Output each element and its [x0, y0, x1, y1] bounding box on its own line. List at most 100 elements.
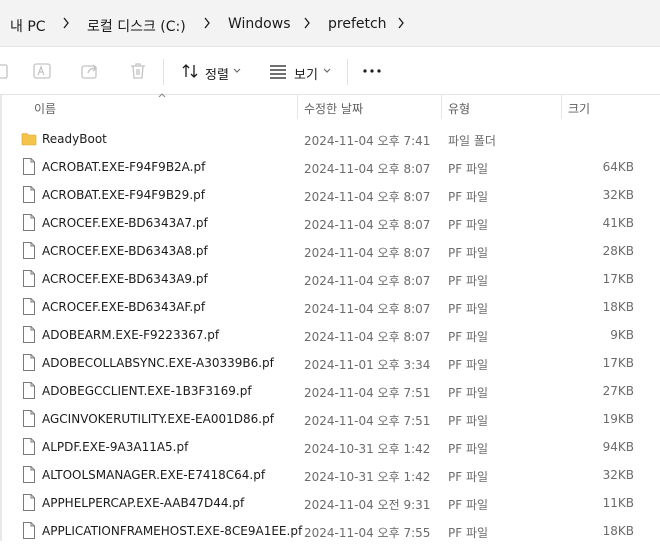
file-size: 17KB	[602, 356, 634, 370]
file-size: 18KB	[602, 300, 634, 314]
file-name: ACROBAT.EXE-F94F9B29.pf	[42, 188, 205, 202]
file-row[interactable]: APPHELPERCAP.EXE-AAB47D44.pf 2024-11-04 오…	[0, 488, 660, 516]
file-size: 27KB	[602, 384, 634, 398]
file-date: 2024-11-04 오후 7:55	[304, 526, 431, 540]
file-size: 19KB	[602, 412, 634, 426]
breadcrumb-prefetch[interactable]: prefetch	[328, 16, 387, 32]
file-type: PF 파일	[448, 162, 489, 176]
chevron-down-icon	[323, 68, 331, 73]
file-name: ReadyBoot	[42, 132, 107, 146]
column-header: 이름 수정한 날짜 유형 크기	[0, 93, 660, 122]
file-icon	[22, 382, 36, 399]
sort-label: 정렬	[205, 68, 229, 83]
file-size: 11KB	[602, 496, 634, 510]
address-bar[interactable]: 내 PC 로컬 디스크 (C:) Windows prefetch	[0, 0, 660, 47]
column-size[interactable]: 크기	[568, 100, 590, 117]
file-type: PF 파일	[448, 498, 489, 512]
paste-icon[interactable]	[0, 61, 14, 81]
file-icon	[22, 466, 36, 483]
chevron-right-icon[interactable]	[61, 14, 71, 32]
file-row[interactable]: ACROCEF.EXE-BD6343A8.pf 2024-11-04 오후 8:0…	[0, 236, 660, 264]
file-size: 17KB	[602, 272, 634, 286]
column-divider[interactable]	[441, 95, 442, 119]
file-name: APPLICATIONFRAMEHOST.EXE-8CE9A1EE.pf	[42, 524, 303, 538]
file-date: 2024-11-04 오후 8:07	[304, 190, 431, 204]
file-icon	[22, 214, 36, 231]
file-type: PF 파일	[448, 442, 489, 456]
file-size: 28KB	[602, 244, 634, 258]
share-icon[interactable]	[80, 61, 100, 81]
file-row[interactable]: ACROBAT.EXE-F94F9B2A.pf 2024-11-04 오후 8:0…	[0, 152, 660, 180]
file-date: 2024-11-04 오전 9:31	[304, 498, 431, 512]
sort-ascending-icon	[158, 93, 166, 98]
chevron-right-icon[interactable]	[202, 14, 212, 32]
file-type: PF 파일	[448, 526, 489, 540]
more-options-icon[interactable]	[362, 61, 382, 81]
file-type: 파일 폴더	[448, 134, 496, 148]
file-type: PF 파일	[448, 414, 489, 428]
file-row[interactable]: APPLICATIONFRAMEHOST.EXE-8CE9A1EE.pf 2024…	[0, 516, 660, 544]
file-row[interactable]: ACROCEF.EXE-BD6343A7.pf 2024-11-04 오후 8:0…	[0, 208, 660, 236]
file-row[interactable]: ADOBEARM.EXE-F9223367.pf 2024-11-04 오후 8:…	[0, 320, 660, 348]
file-row[interactable]: ALPDF.EXE-9A3A11A5.pf 2024-10-31 오후 1:42 P…	[0, 432, 660, 460]
delete-icon[interactable]	[128, 61, 148, 81]
file-date: 2024-10-31 오후 1:42	[304, 442, 431, 456]
file-name: ACROCEF.EXE-BD6343AF.pf	[42, 300, 206, 314]
sort-icon	[182, 64, 198, 78]
view-label: 보기	[294, 68, 318, 83]
file-icon	[22, 494, 36, 511]
toolbar-divider	[347, 59, 348, 85]
file-date: 2024-11-01 오후 3:34	[304, 358, 431, 372]
file-date: 2024-11-04 오후 7:41	[304, 134, 431, 148]
file-icon	[22, 522, 36, 539]
chevron-right-icon[interactable]	[396, 14, 406, 32]
breadcrumb-local-disk[interactable]: 로컬 디스크 (C:)	[87, 16, 186, 36]
column-name[interactable]: 이름	[34, 100, 56, 117]
column-divider[interactable]	[561, 95, 562, 119]
file-date: 2024-11-04 오후 8:07	[304, 302, 431, 316]
file-type: PF 파일	[448, 302, 489, 316]
file-row[interactable]: ACROCEF.EXE-BD6343A9.pf 2024-11-04 오후 8:0…	[0, 264, 660, 292]
view-list-icon	[270, 65, 286, 79]
column-type[interactable]: 유형	[448, 100, 470, 117]
file-row[interactable]: ACROCEF.EXE-BD6343AF.pf 2024-11-04 오후 8:0…	[0, 292, 660, 320]
file-row[interactable]: ADOBECOLLABSYNC.EXE-A30339B6.pf 2024-11-0…	[0, 348, 660, 376]
file-date: 2024-11-04 오후 8:07	[304, 246, 431, 260]
file-row[interactable]: ALTOOLSMANAGER.EXE-E7418C64.pf 2024-10-31…	[0, 460, 660, 488]
file-row[interactable]: AGCINVOKERUTILITY.EXE-EA001D86.pf 2024-11…	[0, 404, 660, 432]
file-type: PF 파일	[448, 358, 489, 372]
folder-icon	[21, 131, 37, 148]
file-date: 2024-10-31 오후 1:42	[304, 470, 431, 484]
file-size: 41KB	[602, 216, 634, 230]
rename-icon[interactable]	[32, 61, 52, 81]
file-type: PF 파일	[448, 386, 489, 400]
file-size: 32KB	[602, 468, 634, 482]
breadcrumb-windows[interactable]: Windows	[228, 16, 291, 32]
file-name: ACROCEF.EXE-BD6343A8.pf	[42, 244, 208, 258]
file-type: PF 파일	[448, 470, 489, 484]
file-icon	[22, 326, 36, 343]
chevron-right-icon[interactable]	[302, 14, 312, 32]
file-size: 32KB	[602, 188, 634, 202]
file-row[interactable]: ACROBAT.EXE-F94F9B29.pf 2024-11-04 오후 8:0…	[0, 180, 660, 208]
file-name: APPHELPERCAP.EXE-AAB47D44.pf	[42, 496, 245, 510]
file-size: 64KB	[602, 160, 634, 174]
file-type: PF 파일	[448, 190, 489, 204]
file-row[interactable]: ADOBEGCCLIENT.EXE-1B3F3169.pf 2024-11-04 …	[0, 376, 660, 404]
column-date[interactable]: 수정한 날짜	[304, 100, 363, 117]
column-divider[interactable]	[297, 95, 298, 119]
file-size: 18KB	[602, 524, 634, 538]
file-name: AGCINVOKERUTILITY.EXE-EA001D86.pf	[42, 412, 274, 426]
file-name: ACROCEF.EXE-BD6343A7.pf	[42, 216, 208, 230]
file-type: PF 파일	[448, 330, 489, 344]
file-date: 2024-11-04 오후 8:07	[304, 162, 431, 176]
file-row[interactable]: ReadyBoot 2024-11-04 오후 7:41 파일 폴더	[0, 124, 660, 152]
file-date: 2024-11-04 오후 7:51	[304, 414, 431, 428]
file-icon	[22, 298, 36, 315]
file-size: 9KB	[610, 328, 634, 342]
command-bar: 정렬 보기	[0, 47, 660, 95]
toolbar-divider	[163, 59, 164, 85]
file-date: 2024-11-04 오후 8:07	[304, 274, 431, 288]
file-name: ALTOOLSMANAGER.EXE-E7418C64.pf	[42, 468, 266, 482]
breadcrumb-this-pc[interactable]: 내 PC	[10, 16, 46, 36]
